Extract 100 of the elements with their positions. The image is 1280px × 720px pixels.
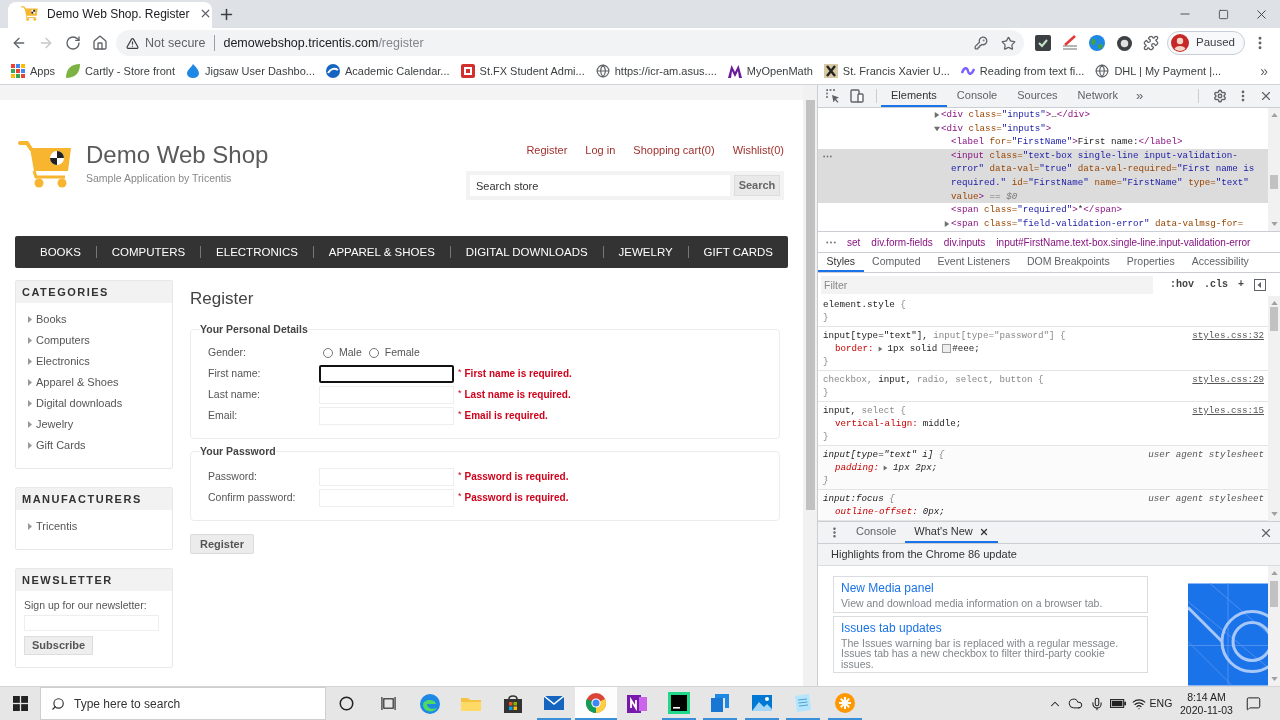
dom-node[interactable]: <div class="inputs"> xyxy=(941,121,1268,136)
header-link[interactable]: Shopping cart(0) xyxy=(633,144,715,157)
bookmark[interactable]: DHL | My Payment |... xyxy=(1095,62,1222,80)
filter-button[interactable]: + xyxy=(1238,277,1244,292)
sidebar-link[interactable]: Digital downloads xyxy=(16,393,172,414)
slash-icon[interactable] xyxy=(1062,35,1079,51)
scrollbar-thumb[interactable] xyxy=(805,100,815,510)
bookmark[interactable]: St. Francis Xavier U... xyxy=(823,62,950,80)
task-view-icon[interactable] xyxy=(380,696,396,711)
dom-node[interactable]: <div class="inputs">…</div> xyxy=(941,108,1268,122)
windows-logo-icon[interactable] xyxy=(12,696,28,711)
bookmark[interactable]: Jigsaw User Dashbo... xyxy=(185,62,315,80)
ring-icon[interactable] xyxy=(1117,35,1132,51)
dom-node[interactable]: <span class="field-validation-error" data-valmsg-for= xyxy=(951,216,1268,231)
warning-icon[interactable] xyxy=(126,36,139,50)
menu-item[interactable]: ELECTRONICS xyxy=(201,245,313,259)
css-property-name[interactable]: border: xyxy=(835,342,874,355)
sidebar-link[interactable]: Computers xyxy=(16,330,172,351)
caret-right-icon[interactable] xyxy=(944,220,950,227)
css-property-value[interactable]: 0px; xyxy=(922,505,945,518)
ellipsis-icon[interactable] xyxy=(823,154,832,158)
ellipsis-icon[interactable] xyxy=(826,240,836,244)
circle-icon[interactable] xyxy=(339,696,355,711)
address-bar[interactable]: Not secure demowebshop.tricentis.com/register xyxy=(116,30,1024,56)
star-icon[interactable] xyxy=(1001,35,1016,51)
card-title[interactable]: Issues tab updates xyxy=(841,619,1140,636)
css-property-name[interactable]: padding: xyxy=(835,461,880,474)
pane-tab[interactable]: DOM Breakpoints xyxy=(1018,253,1119,272)
feature-card[interactable]: New Media panel View and download media information on a browser tab. xyxy=(833,576,1148,613)
pane-tab[interactable]: Event Listeners xyxy=(929,253,1019,272)
breadcrumb[interactable]: div.inputs xyxy=(943,234,986,250)
devtools-tab[interactable]: Sources xyxy=(1007,85,1068,107)
radio-label[interactable]: Male xyxy=(339,344,362,361)
cloud-icon[interactable] xyxy=(1068,696,1083,711)
menu-item[interactable]: JEWELRY xyxy=(603,245,688,259)
url-text[interactable]: demowebshop.tricentis.com/register xyxy=(223,33,424,53)
bookmark[interactable]: Apps xyxy=(11,62,56,80)
logo-title[interactable]: Demo Web Shop xyxy=(86,140,269,170)
sidebar-link[interactable]: Gift Cards xyxy=(16,435,172,456)
feature-card[interactable]: Issues tab updates The Issues warning bar is replaced with a regular message. Issues tab has a new checkbox to filter third-party cookie issues. xyxy=(833,615,1148,674)
radio-button[interactable] xyxy=(368,347,379,358)
register-button[interactable]: Register xyxy=(190,534,255,554)
source-link[interactable]: styles.css:32 xyxy=(1192,329,1264,342)
menu-item[interactable]: DIGITAL DOWNLOADS xyxy=(450,245,603,259)
clock-date[interactable]: 2020-11-03 xyxy=(1180,703,1233,717)
language-indicator[interactable]: ENG xyxy=(1149,695,1173,712)
scrollbar-thumb[interactable] xyxy=(1270,581,1278,607)
devtools-tab[interactable]: Elements xyxy=(881,85,947,107)
dom-node[interactable]: <label for="FirstName">First name:</label> xyxy=(951,135,1268,149)
search-field[interactable]: Type here to search xyxy=(40,687,326,720)
browser-tab[interactable]: Demo Web Shop. Register xyxy=(8,2,212,28)
dom-node[interactable]: <span class="required">*</span> xyxy=(951,203,1268,217)
device-icon[interactable] xyxy=(850,89,864,103)
card-title[interactable]: New Media panel xyxy=(841,580,1140,596)
breadcrumb[interactable]: input#FirstName.text-box.single-line.input-validation-error xyxy=(996,234,1251,250)
settings-icon[interactable] xyxy=(1213,89,1227,103)
menu-item[interactable]: COMPUTERS xyxy=(96,245,201,259)
scrollbar-thumb[interactable] xyxy=(1270,307,1278,331)
microphone-icon[interactable] xyxy=(1089,696,1104,711)
wifi-icon[interactable] xyxy=(1131,696,1146,711)
more-tabs[interactable]: » xyxy=(1127,85,1152,107)
scrollbar-thumb[interactable] xyxy=(1270,175,1278,189)
scrollbar[interactable] xyxy=(803,85,817,686)
breadcrumb[interactable]: set xyxy=(847,234,861,250)
color-swatch-icon[interactable] xyxy=(942,344,952,353)
bookmark[interactable]: Reading from text fi... xyxy=(960,62,1085,80)
search-button[interactable]: Search xyxy=(734,175,780,196)
sidebar-link[interactable]: Electronics xyxy=(16,351,172,372)
devtools-tab[interactable]: Network xyxy=(1067,85,1128,107)
header-link[interactable]: Wishlist(0) xyxy=(732,144,784,157)
menu-item[interactable]: BOOKS xyxy=(25,245,96,259)
caret-right-icon[interactable] xyxy=(877,345,883,352)
earth-icon[interactable] xyxy=(1089,35,1106,51)
bookmark[interactable]: St.FX Student Admi... xyxy=(460,62,585,80)
caret-right-icon[interactable] xyxy=(883,464,889,471)
check-tile-icon[interactable] xyxy=(1035,35,1052,51)
scrollbar[interactable] xyxy=(1268,566,1280,686)
pane-tab[interactable]: Properties xyxy=(1118,253,1184,272)
bookmark[interactable]: Cartly - Store front xyxy=(66,62,175,80)
source-link[interactable]: styles.css:29 xyxy=(1192,373,1264,386)
radio-label[interactable]: Female xyxy=(384,344,420,361)
scrollbar[interactable] xyxy=(1268,296,1280,521)
puzzle-icon[interactable] xyxy=(1143,35,1159,51)
menu-item[interactable]: GIFT CARDS xyxy=(688,245,788,259)
pane-tab[interactable]: Styles xyxy=(818,253,864,272)
header-link[interactable]: Register xyxy=(526,144,568,157)
security-status[interactable]: Not secure xyxy=(145,33,206,53)
bookmark[interactable]: Academic Calendar... xyxy=(326,62,450,80)
caret-down-icon[interactable] xyxy=(934,125,940,132)
reload-icon[interactable] xyxy=(64,35,81,51)
inspect-icon[interactable] xyxy=(826,89,840,103)
css-property-name[interactable]: outline-offset: xyxy=(835,505,918,518)
search-field[interactable]: Search store xyxy=(470,175,730,196)
header-link[interactable]: Log in xyxy=(585,144,616,157)
css-property-value[interactable]: 1px solid xyxy=(887,342,938,355)
devtools-tab[interactable]: Console xyxy=(946,85,1008,107)
notification-icon[interactable] xyxy=(1245,696,1261,711)
maximize-icon[interactable] xyxy=(1217,8,1229,20)
caret-right-icon[interactable] xyxy=(934,112,940,118)
css-property-name[interactable]: vertical-align: xyxy=(835,417,918,430)
